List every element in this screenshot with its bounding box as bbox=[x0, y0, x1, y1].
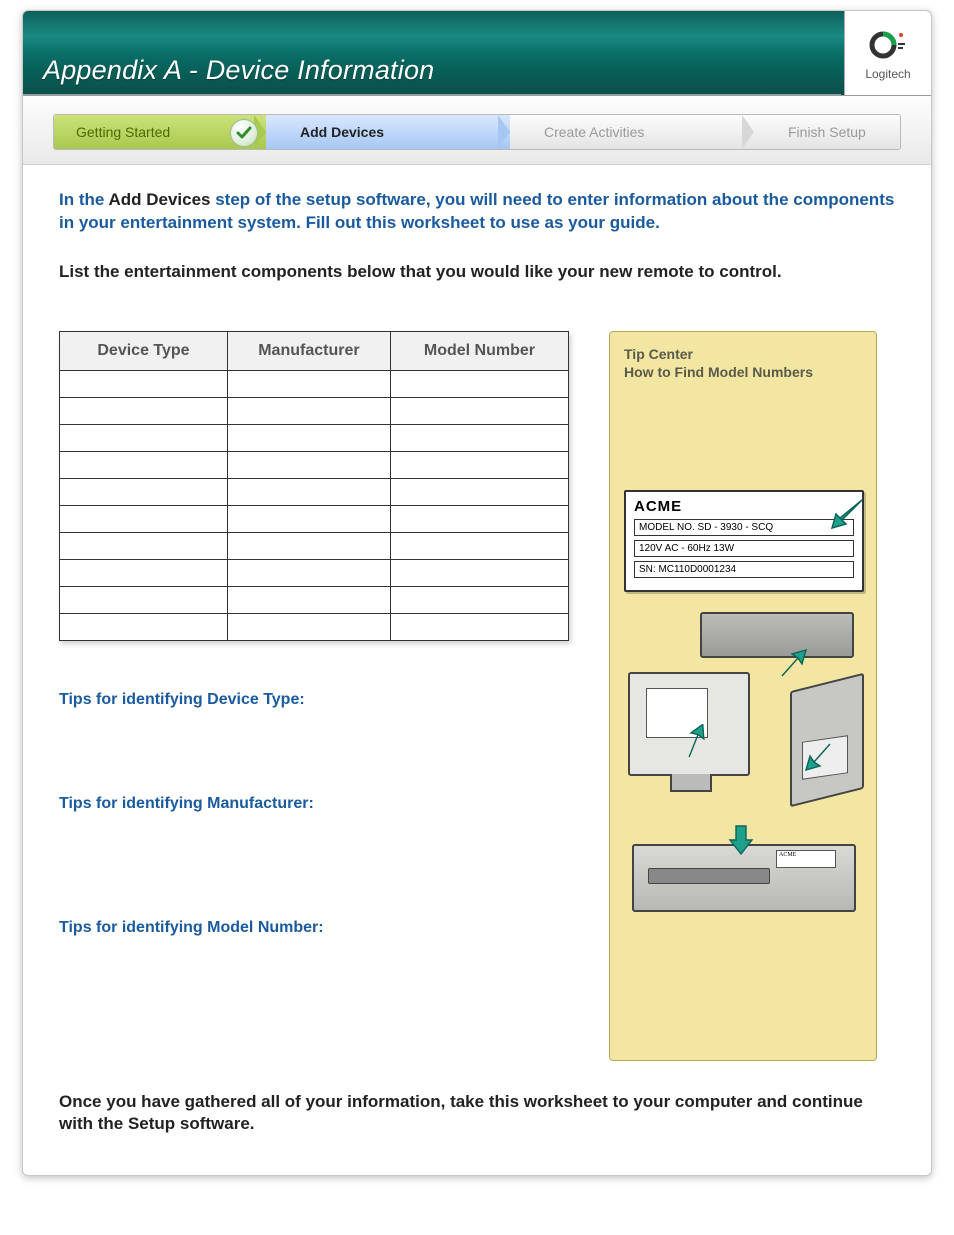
checkmark-icon bbox=[230, 119, 258, 147]
tip-center-panel: Tip Center How to Find Model Numbers ACM… bbox=[609, 331, 877, 1061]
tipbox-subtitle: How to Find Model Numbers bbox=[624, 364, 864, 380]
brand-name: Logitech bbox=[865, 67, 910, 81]
table-cell bbox=[227, 586, 390, 613]
wizard-stepbar: Getting Started Add Devices Create Activ… bbox=[53, 114, 901, 150]
arrow-icon bbox=[678, 724, 712, 758]
table-cell bbox=[390, 478, 568, 505]
step-getting-started: Getting Started bbox=[54, 115, 266, 149]
step-label: Add Devices bbox=[300, 124, 384, 140]
table-cell bbox=[60, 397, 228, 424]
arrow-icon bbox=[802, 740, 836, 774]
list-instruction: List the entertainment components below … bbox=[59, 261, 895, 283]
step-add-devices: Add Devices bbox=[266, 115, 510, 149]
intro-bold: Add Devices bbox=[108, 190, 210, 209]
table-row bbox=[60, 478, 569, 505]
tipbox-title: Tip Center bbox=[624, 346, 864, 362]
label-brand: ACME bbox=[634, 498, 854, 515]
table-cell bbox=[390, 505, 568, 532]
table-cell bbox=[390, 532, 568, 559]
step-finish-setup: Finish Setup bbox=[754, 115, 900, 149]
tips-manufacturer: Tips for identifying Manufacturer: bbox=[59, 795, 569, 813]
col-header-manufacturer: Manufacturer bbox=[227, 331, 390, 370]
table-row bbox=[60, 613, 569, 640]
page-title: Appendix A - Device Information bbox=[23, 55, 841, 95]
table-row bbox=[60, 532, 569, 559]
step-label: Create Activities bbox=[544, 124, 644, 140]
table-cell bbox=[390, 559, 568, 586]
arrow-icon bbox=[828, 494, 868, 534]
table-cell bbox=[227, 370, 390, 397]
arrow-icon bbox=[776, 646, 810, 680]
table-cell bbox=[227, 424, 390, 451]
tips-device-type: Tips for identifying Device Type: bbox=[59, 691, 569, 709]
table-row bbox=[60, 370, 569, 397]
table-cell bbox=[390, 397, 568, 424]
table-cell bbox=[60, 370, 228, 397]
table-row bbox=[60, 451, 569, 478]
table-cell bbox=[60, 586, 228, 613]
table-row bbox=[60, 559, 569, 586]
table-cell bbox=[227, 397, 390, 424]
table-cell bbox=[227, 559, 390, 586]
table-cell bbox=[227, 478, 390, 505]
table-cell bbox=[390, 613, 568, 640]
two-column-layout: Device Type Manufacturer Model Number Ti… bbox=[59, 331, 895, 1061]
wizard-stepbar-container: Getting Started Add Devices Create Activ… bbox=[23, 96, 931, 165]
model-label-illustration: ACME MODEL NO. SD - 3930 - SCQ 120V AC -… bbox=[624, 490, 864, 592]
table-cell bbox=[60, 424, 228, 451]
header-bar: Appendix A - Device Information Logitech bbox=[23, 11, 931, 96]
col-header-model-number: Model Number bbox=[390, 331, 568, 370]
intro-pre: In the bbox=[59, 190, 108, 209]
table-cell bbox=[227, 451, 390, 478]
label-model-line: MODEL NO. SD - 3930 - SCQ bbox=[634, 519, 854, 536]
col-header-device-type: Device Type bbox=[60, 331, 228, 370]
page: Appendix A - Device Information Logitech… bbox=[22, 10, 932, 1176]
table-cell bbox=[60, 478, 228, 505]
device-worksheet-table: Device Type Manufacturer Model Number bbox=[59, 331, 569, 641]
table-row bbox=[60, 586, 569, 613]
label-serial-line: SN: MC110D0001234 bbox=[634, 561, 854, 578]
label-power-line: 120V AC - 60Hz 13W bbox=[634, 540, 854, 557]
table-cell bbox=[60, 505, 228, 532]
table-cell bbox=[390, 451, 568, 478]
table-cell bbox=[60, 559, 228, 586]
table-row bbox=[60, 424, 569, 451]
table-cell bbox=[390, 586, 568, 613]
left-column: Device Type Manufacturer Model Number Ti… bbox=[59, 331, 569, 937]
tips-model-number: Tips for identifying Model Number: bbox=[59, 919, 569, 937]
table-cell bbox=[227, 613, 390, 640]
step-create-activities: Create Activities bbox=[510, 115, 754, 149]
table-cell bbox=[390, 370, 568, 397]
final-instruction: Once you have gathered all of your infor… bbox=[59, 1091, 895, 1135]
vcr-label: ACME bbox=[776, 850, 836, 868]
table-cell bbox=[227, 505, 390, 532]
step-label: Finish Setup bbox=[788, 124, 866, 140]
table-row bbox=[60, 505, 569, 532]
arrow-icon bbox=[724, 822, 758, 856]
table-cell bbox=[60, 613, 228, 640]
step-label: Getting Started bbox=[76, 124, 170, 140]
table-row bbox=[60, 397, 569, 424]
brand-logo-box: Logitech bbox=[844, 11, 931, 95]
table-cell bbox=[390, 424, 568, 451]
content-area: In the Add Devices step of the setup sof… bbox=[23, 165, 931, 1175]
table-cell bbox=[60, 451, 228, 478]
device-sketches: ACME bbox=[624, 612, 864, 912]
device-table-body bbox=[60, 370, 569, 640]
table-cell bbox=[227, 532, 390, 559]
table-cell bbox=[60, 532, 228, 559]
logitech-logo-icon bbox=[868, 25, 908, 65]
intro-paragraph: In the Add Devices step of the setup sof… bbox=[59, 189, 895, 235]
